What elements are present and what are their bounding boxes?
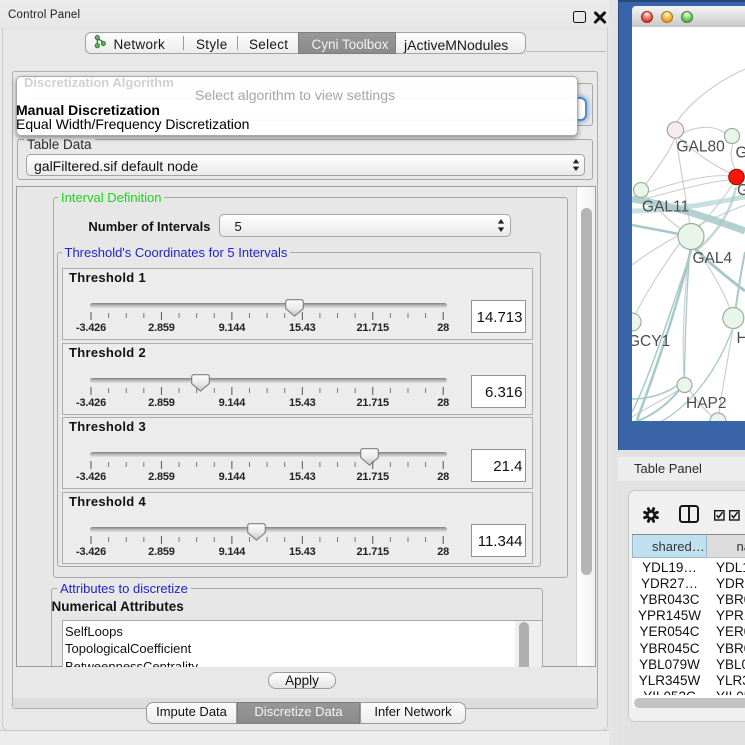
- svg-text:HAP2: HAP2: [686, 395, 727, 412]
- svg-text:GCY1: GCY1: [632, 333, 670, 350]
- svg-text:GA: GA: [736, 145, 745, 162]
- svg-text:GAL4: GAL4: [693, 250, 733, 267]
- svg-text:G: G: [737, 182, 745, 199]
- svg-text:GAL11: GAL11: [642, 199, 689, 216]
- svg-text:GAL80: GAL80: [677, 139, 726, 156]
- svg-text:H: H: [737, 330, 745, 347]
